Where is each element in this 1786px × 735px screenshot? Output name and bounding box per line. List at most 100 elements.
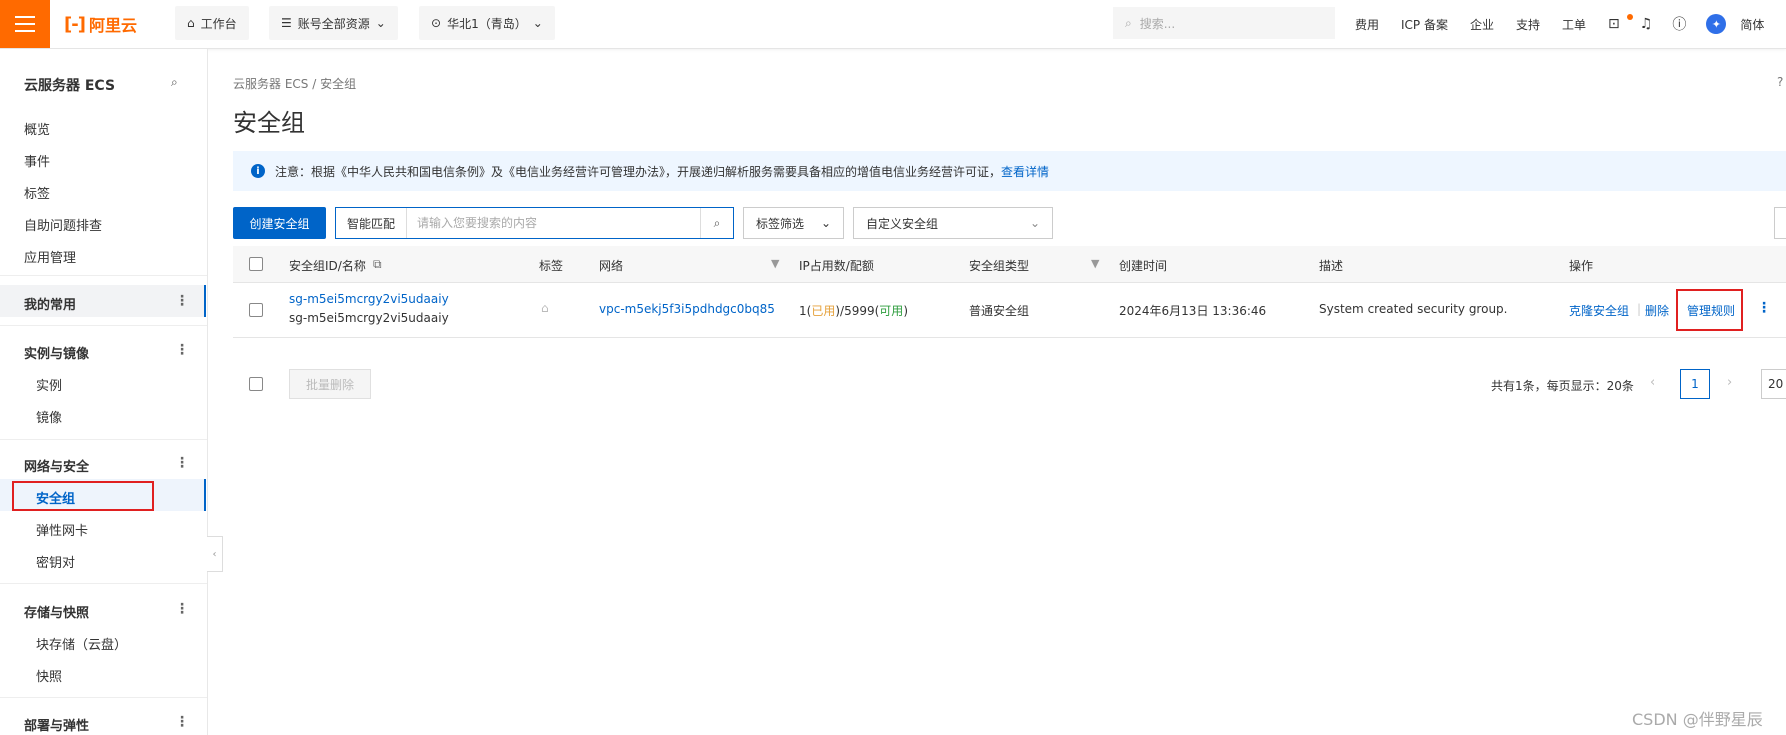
- create-security-group-button[interactable]: 创建安全组: [233, 207, 326, 239]
- info-icon: i: [251, 164, 265, 178]
- page-1-button[interactable]: 1: [1680, 369, 1710, 399]
- custom-group-dropdown[interactable]: 自定义安全组 ⌄: [853, 207, 1053, 239]
- language-switch[interactable]: 简体: [1740, 16, 1764, 33]
- search-icon: ⌕: [1125, 15, 1132, 30]
- help-icon[interactable]: ⓘ: [1672, 14, 1686, 34]
- security-group-id-link[interactable]: sg-m5ei5mcrgy2vi5udaaiy: [289, 292, 449, 306]
- sidebar-item-overview[interactable]: 概览: [24, 119, 50, 138]
- bottom-select-all-checkbox[interactable]: [249, 377, 263, 391]
- ip-close-paren: ): [903, 304, 908, 318]
- help-icon[interactable]: ?: [1777, 75, 1783, 89]
- highlight-box-security-groups: [12, 481, 154, 511]
- settings-button[interactable]: [1774, 207, 1786, 239]
- tag-filter-dropdown[interactable]: 标签筛选 ⌄: [743, 207, 844, 239]
- divider: [0, 583, 207, 584]
- more-vertical-icon[interactable]: ⋮: [175, 342, 189, 358]
- ip-quota-cell: 1(已用)/5999(可用): [799, 302, 908, 319]
- sidebar-item-key-pairs[interactable]: 密钥对: [36, 552, 75, 571]
- ip-used-count: 1(: [799, 304, 812, 318]
- notice-banner: i 注意：根据《中华人民共和国电信条例》及《电信业务经营许可管理办法》，开展递归…: [233, 151, 1786, 191]
- page-size-selector[interactable]: 20: [1761, 369, 1786, 399]
- header-actions: 操作: [1569, 259, 1594, 273]
- delete-link[interactable]: 删除: [1645, 302, 1669, 319]
- ip-used-label: 已用: [811, 304, 836, 318]
- sidebar-item-snapshots[interactable]: 快照: [36, 666, 62, 685]
- filter-icon[interactable]: ▼: [1091, 257, 1099, 270]
- chevron-left-icon[interactable]: ‹: [1650, 375, 1655, 390]
- header-created-time: 创建时间: [1119, 259, 1168, 273]
- bell-icon[interactable]: ♫: [1627, 14, 1652, 32]
- sidebar-group-instances-images[interactable]: 实例与镜像: [24, 343, 89, 362]
- chevron-down-icon: ⌄: [820, 216, 831, 230]
- filter-icon[interactable]: ▼: [771, 257, 779, 270]
- breadcrumb[interactable]: 云服务器 ECS / 安全组: [233, 75, 356, 92]
- more-vertical-icon[interactable]: ⋮: [175, 601, 189, 617]
- top-nav-links: 费用 ICP 备案 企业 支持 工单 ⊡ ♫ ⓘ ✦ 简体: [1355, 0, 1764, 48]
- nav-link-support[interactable]: 支持: [1516, 16, 1540, 33]
- nav-link-enterprise[interactable]: 企业: [1470, 16, 1494, 33]
- nav-link-ticket[interactable]: 工单: [1562, 16, 1586, 33]
- search-icon[interactable]: ⌕: [700, 208, 733, 238]
- chevron-down-icon: ⌄: [1029, 216, 1040, 230]
- global-search-placeholder: 搜索...: [1139, 16, 1176, 31]
- aliyun-logo[interactable]: [-] 阿里云: [64, 12, 137, 36]
- page-title: 安全组: [233, 109, 305, 137]
- header-group-type: 安全组类型: [969, 259, 1030, 273]
- terminal-icon[interactable]: ⊡: [1608, 16, 1620, 32]
- clone-group-link[interactable]: 克隆安全组: [1569, 302, 1629, 319]
- resource-label: 账号全部资源: [297, 16, 370, 31]
- select-all-checkbox[interactable]: [249, 257, 263, 271]
- workbench-button[interactable]: ⌂ 工作台: [175, 6, 249, 40]
- sidebar-item-eni[interactable]: 弹性网卡: [36, 520, 88, 539]
- sidebar-group-network-security[interactable]: 网络与安全: [24, 456, 89, 475]
- global-search-input[interactable]: ⌕ 搜索...: [1113, 7, 1335, 39]
- batch-delete-button[interactable]: 批量删除: [289, 369, 371, 399]
- sidebar-item-app-management[interactable]: 应用管理: [24, 247, 76, 266]
- notice-text: 注意：根据《中华人民共和国电信条例》及《电信业务经营许可管理办法》，开展递归解析…: [275, 164, 1002, 179]
- notice-detail-link[interactable]: 查看详情: [1001, 165, 1049, 179]
- tag-icon[interactable]: ⌂: [541, 301, 549, 315]
- nav-link-billing[interactable]: 费用: [1355, 16, 1379, 33]
- divider: [0, 439, 207, 440]
- hamburger-menu-button[interactable]: [0, 0, 50, 48]
- sidebar-item-block-storage[interactable]: 块存储（云盘）: [36, 634, 127, 653]
- nav-link-icp[interactable]: ICP 备案: [1401, 16, 1448, 33]
- smart-match-selector[interactable]: 智能匹配: [336, 208, 407, 238]
- search-icon[interactable]: ⌕: [171, 75, 178, 90]
- header-description: 描述: [1319, 259, 1344, 273]
- location-pin-icon: ⊙: [431, 16, 442, 30]
- search-input[interactable]: [407, 209, 700, 237]
- more-vertical-icon[interactable]: ⋮: [175, 714, 189, 730]
- action-separator: |: [1637, 302, 1642, 316]
- more-vertical-icon[interactable]: ⋮: [175, 455, 189, 471]
- sidebar-item-instances[interactable]: 实例: [36, 375, 62, 394]
- sidebar-group-storage-snapshots[interactable]: 存储与快照: [24, 602, 89, 621]
- sidebar-item-images[interactable]: 镜像: [36, 407, 62, 426]
- sidebar-item-troubleshoot[interactable]: 自助问题排查: [24, 215, 102, 234]
- sidebar-item-tags[interactable]: 标签: [24, 183, 50, 202]
- copy-icon[interactable]: ⧉: [373, 257, 382, 272]
- region-selector[interactable]: ⊙ 华北1（青岛） ⌄: [419, 6, 555, 40]
- main-content: 云服务器 ECS / 安全组 安全组 ? i 注意：根据《中华人民共和国电信条例…: [233, 49, 1786, 735]
- group-type: 普通安全组: [969, 304, 1030, 318]
- header-tags: 标签: [539, 259, 564, 273]
- chevron-right-icon[interactable]: ›: [1727, 375, 1732, 390]
- header-id-name: 安全组ID/名称: [289, 259, 366, 273]
- vpc-link[interactable]: vpc-m5ekj5f3i5pdhdgc0bq85: [599, 302, 775, 316]
- more-vertical-icon[interactable]: ⋮: [1757, 300, 1771, 316]
- avatar[interactable]: ✦: [1706, 14, 1727, 34]
- sidebar-group-deployment-elasticity[interactable]: 部署与弹性: [24, 715, 89, 734]
- table-row: sg-m5ei5mcrgy2vi5udaaiy sg-m5ei5mcrgy2vi…: [233, 283, 1786, 338]
- ip-available-label: 可用: [879, 304, 904, 318]
- more-vertical-icon[interactable]: ⋮: [175, 293, 189, 309]
- sidebar-collapse-button[interactable]: ‹: [207, 536, 223, 572]
- divider: [0, 325, 207, 326]
- security-group-name: sg-m5ei5mcrgy2vi5udaaiy: [289, 311, 449, 325]
- row-checkbox[interactable]: [249, 303, 263, 317]
- top-navigation-bar: [-] 阿里云 ⌂ 工作台 ☰ 账号全部资源 ⌄ ⊙ 华北1（青岛） ⌄ ⌕ 搜…: [0, 0, 1786, 49]
- sidebar-item-events[interactable]: 事件: [24, 151, 50, 170]
- divider: [0, 275, 207, 276]
- resource-group-selector[interactable]: ☰ 账号全部资源 ⌄: [269, 6, 398, 40]
- sidebar-group-favorites[interactable]: 我的常用: [24, 294, 76, 313]
- chevron-down-icon: ⌄: [532, 16, 543, 30]
